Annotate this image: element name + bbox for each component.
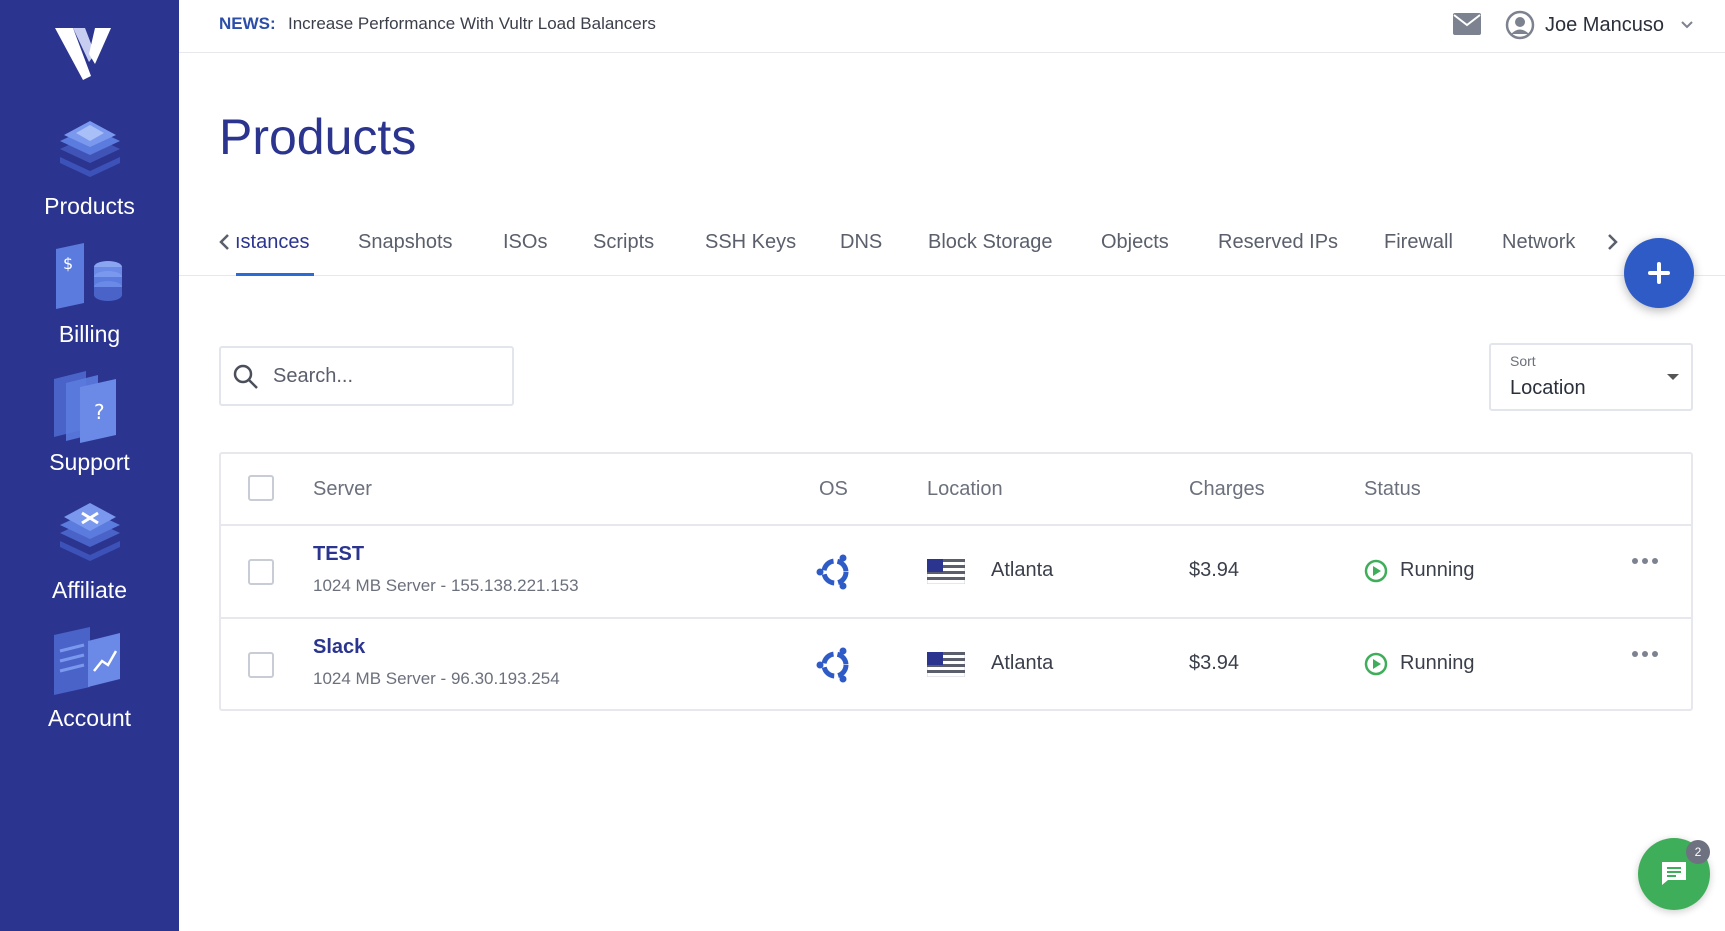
header-os[interactable]: OS xyxy=(819,478,848,501)
chat-notification-badge: 2 xyxy=(1686,840,1710,864)
products-icon xyxy=(60,121,120,177)
tab-network[interactable]: Network xyxy=(1502,231,1575,254)
sidebar-item-billing[interactable]: $ Billing xyxy=(0,241,179,371)
user-avatar-icon[interactable] xyxy=(1505,10,1535,40)
active-tab-indicator xyxy=(236,273,314,276)
ubuntu-icon xyxy=(816,647,849,683)
chat-icon xyxy=(1662,862,1686,885)
header-status[interactable]: Status xyxy=(1364,478,1421,501)
tab-scripts[interactable]: Scripts xyxy=(593,231,654,254)
tab-firewall[interactable]: Firewall xyxy=(1384,231,1453,254)
sidebar-item-products[interactable]: Products xyxy=(0,113,179,243)
sort-value: Location xyxy=(1510,377,1586,399)
server-name-link[interactable]: Slack xyxy=(313,636,365,659)
us-flag-icon xyxy=(927,652,965,677)
server-description: 1024 MB Server - 155.138.221.153 xyxy=(313,576,579,595)
server-name-link[interactable]: TEST xyxy=(313,543,364,566)
search-icon xyxy=(233,364,258,389)
running-status-icon xyxy=(1364,559,1388,583)
running-status-icon xyxy=(1364,652,1388,676)
table-row[interactable]: Slack 1024 MB Server - 96.30.193.254 Atl… xyxy=(221,619,1691,712)
select-all-checkbox[interactable] xyxy=(248,475,274,501)
tab-objects[interactable]: Objects xyxy=(1101,231,1169,254)
svg-text:?: ? xyxy=(94,400,105,424)
search-input[interactable] xyxy=(273,362,503,390)
sort-select[interactable]: Sort Location xyxy=(1489,343,1693,411)
vultr-logo[interactable] xyxy=(55,24,121,80)
chevron-down-icon[interactable] xyxy=(1679,16,1695,32)
sidebar-label-products: Products xyxy=(44,193,135,219)
billing-icon: $ xyxy=(56,243,122,309)
sidebar-item-support[interactable]: ? Support xyxy=(0,369,179,499)
tab-dns[interactable]: DNS xyxy=(840,231,882,254)
header-server[interactable]: Server xyxy=(313,478,372,501)
mail-icon[interactable] xyxy=(1452,12,1482,36)
server-table: Server OS Location Charges Status TEST 1… xyxy=(219,452,1693,711)
tab-instances[interactable]: ıstances xyxy=(235,231,309,254)
support-icon: ? xyxy=(54,371,116,443)
location-text: Atlanta xyxy=(991,652,1054,674)
server-description: 1024 MB Server - 96.30.193.254 xyxy=(313,669,560,688)
header-charges[interactable]: Charges xyxy=(1189,478,1265,501)
status-text: Running xyxy=(1400,652,1475,674)
affiliate-icon xyxy=(60,503,120,561)
ubuntu-icon xyxy=(816,554,849,590)
product-tabs: ıstances Snapshots ISOs Scripts SSH Keys… xyxy=(179,214,1725,276)
table-row[interactable]: TEST 1024 MB Server - 155.138.221.153 At… xyxy=(221,526,1691,619)
news-link[interactable]: Increase Performance With Vultr Load Bal… xyxy=(288,14,656,34)
more-options-icon[interactable] xyxy=(1631,556,1659,566)
top-bar: NEWS: Increase Performance With Vultr Lo… xyxy=(179,0,1725,53)
sidebar-label-affiliate: Affiliate xyxy=(51,577,127,603)
svg-text:$: $ xyxy=(63,254,73,273)
add-product-button[interactable] xyxy=(1624,238,1694,308)
row-checkbox[interactable] xyxy=(248,652,274,678)
page-title: Products xyxy=(219,109,417,165)
table-header: Server OS Location Charges Status xyxy=(221,454,1691,526)
charges-text: $3.94 xyxy=(1189,652,1240,674)
sidebar: Products $ Billing ? Support Affiliate A… xyxy=(0,0,179,931)
news-label: NEWS: xyxy=(219,14,276,33)
header-location[interactable]: Location xyxy=(927,478,1003,501)
caret-down-icon xyxy=(1667,374,1679,380)
user-name[interactable]: Joe Mancuso xyxy=(1545,14,1664,37)
tab-ssh-keys[interactable]: SSH Keys xyxy=(705,231,796,254)
tab-isos[interactable]: ISOs xyxy=(503,231,547,254)
more-options-icon[interactable] xyxy=(1631,649,1659,659)
search-box xyxy=(219,346,514,406)
chevron-left-icon[interactable] xyxy=(216,232,234,252)
us-flag-icon xyxy=(927,559,965,584)
charges-text: $3.94 xyxy=(1189,559,1240,581)
sidebar-label-billing: Billing xyxy=(58,321,121,347)
sidebar-label-support: Support xyxy=(49,449,130,475)
account-icon xyxy=(54,627,120,695)
sidebar-label-account: Account xyxy=(47,705,132,731)
sidebar-item-affiliate[interactable]: Affiliate xyxy=(0,497,179,627)
status-text: Running xyxy=(1400,559,1475,581)
sort-label: Sort xyxy=(1510,353,1536,369)
chevron-right-icon[interactable] xyxy=(1603,232,1621,252)
location-text: Atlanta xyxy=(991,559,1054,581)
tab-reserved-ips[interactable]: Reserved IPs xyxy=(1218,231,1338,254)
tab-block-storage[interactable]: Block Storage xyxy=(928,231,1053,254)
row-checkbox[interactable] xyxy=(248,559,274,585)
sidebar-item-account[interactable]: Account xyxy=(0,625,179,755)
tab-snapshots[interactable]: Snapshots xyxy=(358,231,453,254)
app: Products $ Billing ? Support Affiliate A… xyxy=(0,0,1725,931)
